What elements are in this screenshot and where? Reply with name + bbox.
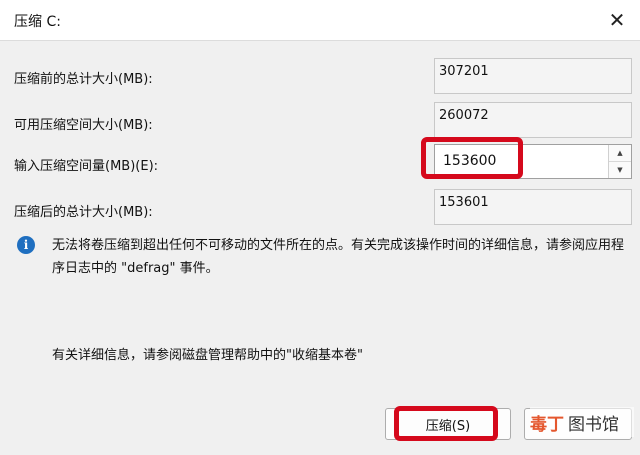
shrink-amount-stepper[interactable]: ▲ ▼ bbox=[434, 144, 632, 179]
info-icon: i bbox=[17, 236, 35, 254]
total-before-value: 307201 bbox=[434, 58, 632, 94]
info-message: 无法将卷压缩到超出任何不可移动的文件所在的点。有关完成该操作时间的详细信息，请参… bbox=[52, 238, 625, 276]
shrink-button[interactable]: 压缩(S) bbox=[385, 408, 511, 440]
title-bar: 压缩 C: ✕ bbox=[0, 0, 640, 41]
total-before-label: 压缩前的总计大小(MB): bbox=[14, 72, 153, 87]
close-icon[interactable]: ✕ bbox=[594, 0, 640, 40]
stepper-buttons: ▲ ▼ bbox=[608, 145, 631, 178]
watermark-text: 图书馆 bbox=[568, 414, 619, 435]
chevron-down-icon[interactable]: ▼ bbox=[609, 162, 631, 178]
chevron-up-icon[interactable]: ▲ bbox=[609, 145, 631, 162]
total-after-label: 压缩后的总计大小(MB): bbox=[14, 205, 153, 220]
help-message: 有关详细信息，请参阅磁盘管理帮助中的"收缩基本卷" bbox=[52, 348, 363, 363]
watermark-logo: 毒丁 bbox=[530, 414, 564, 435]
total-after-value: 153601 bbox=[434, 189, 632, 225]
available-space-value: 260072 bbox=[434, 102, 632, 138]
shrink-amount-input[interactable] bbox=[443, 151, 603, 171]
shrink-amount-label: 输入压缩空间量(MB)(E): bbox=[14, 159, 159, 174]
available-space-label: 可用压缩空间大小(MB): bbox=[14, 118, 153, 133]
watermark: 毒丁 图书馆 bbox=[530, 407, 634, 437]
window-title: 压缩 C: bbox=[14, 14, 61, 30]
